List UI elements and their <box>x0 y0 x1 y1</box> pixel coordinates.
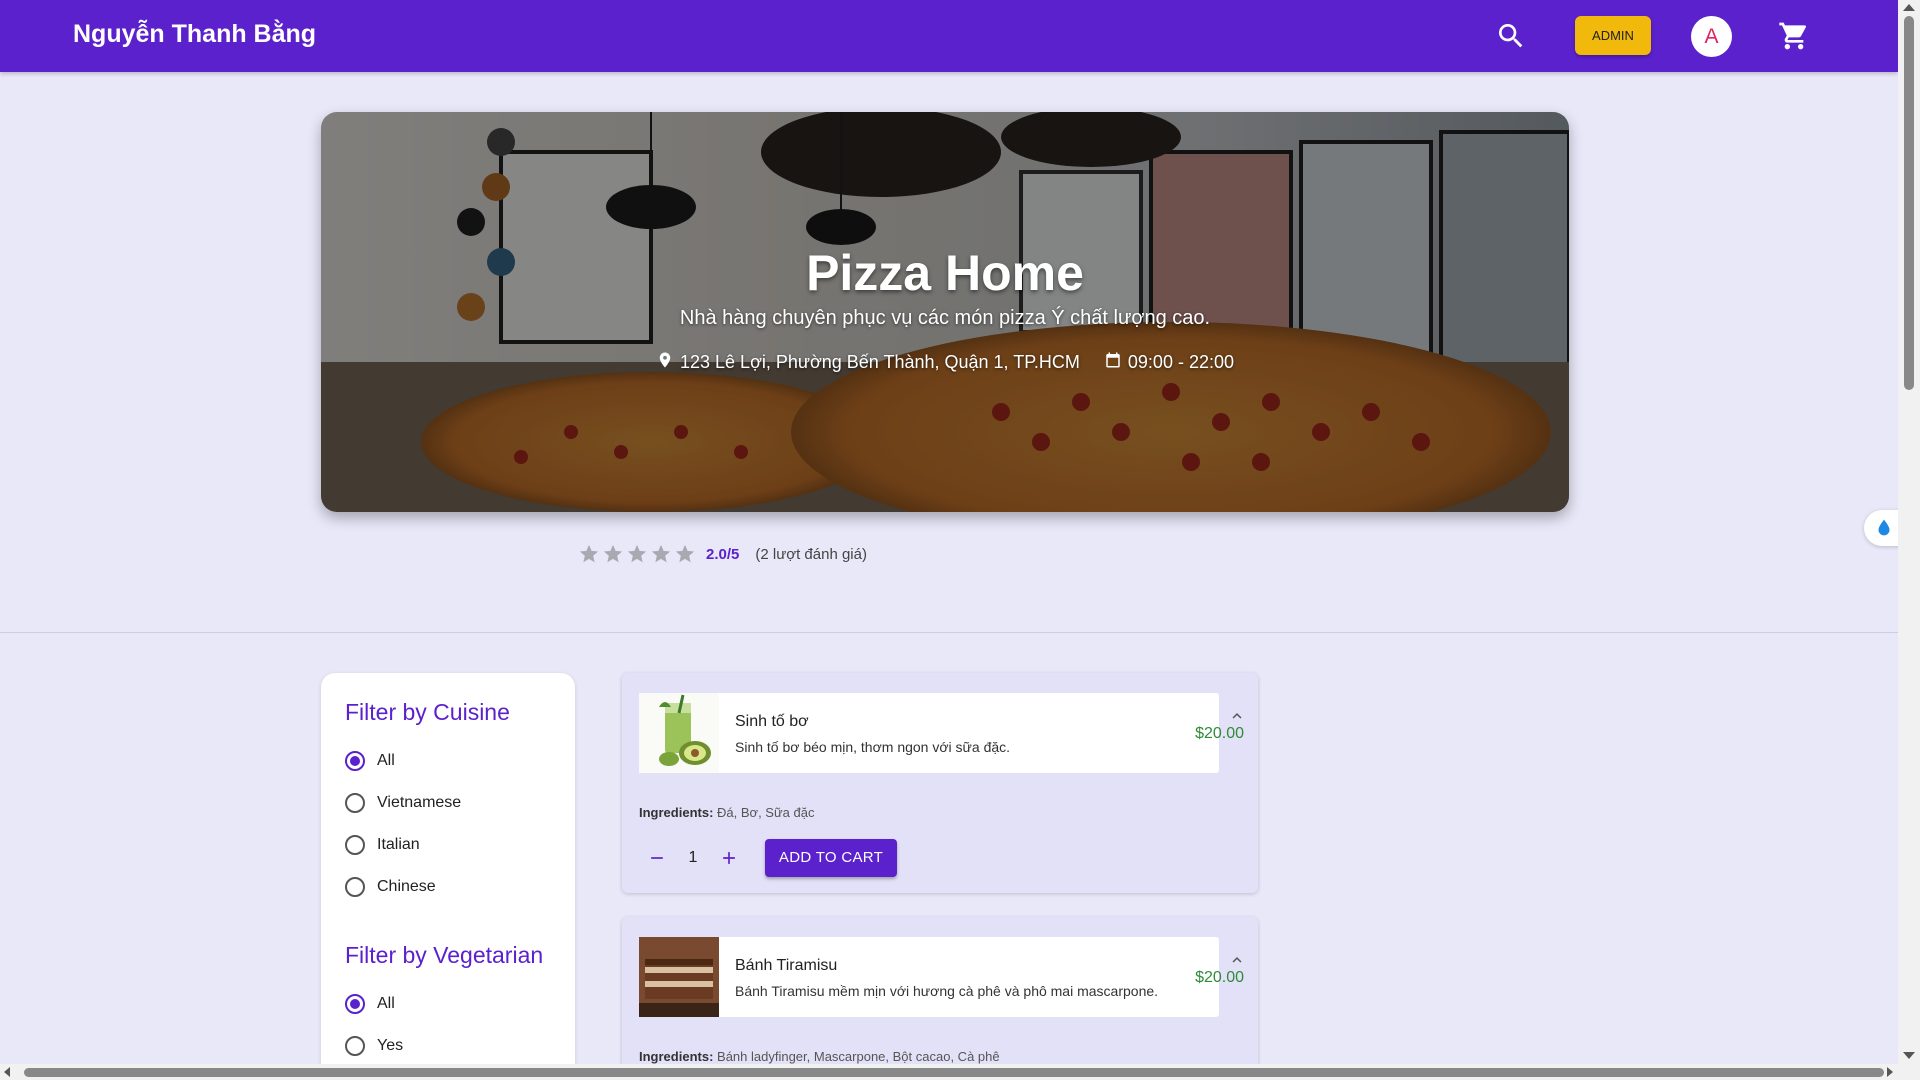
restaurant-name: Pizza Home <box>806 245 1084 301</box>
avocado-smoothie-image <box>639 693 719 773</box>
cuisine-option-all[interactable]: All <box>345 740 575 782</box>
radio-unchecked-icon[interactable] <box>345 793 365 813</box>
menu-item-ingredients: Ingredients: Bánh ladyfinger, Mascarpone… <box>639 1049 1000 1064</box>
scroll-right-icon[interactable] <box>1887 1067 1893 1077</box>
menu-item-card: Sinh tố bơ Sinh tố bơ béo mịn, thơm ngon… <box>622 673 1258 893</box>
radio-checked-icon[interactable] <box>345 751 365 771</box>
menu-item-header[interactable]: Sinh tố bơ Sinh tố bơ béo mịn, thơm ngon… <box>639 693 1244 773</box>
app-bar: Nguyễn Thanh Bằng ADMIN A <box>0 0 1898 72</box>
scroll-left-icon[interactable] <box>4 1067 10 1077</box>
section-divider <box>0 632 1898 633</box>
scroll-up-icon[interactable] <box>1903 4 1915 11</box>
add-to-cart-button[interactable]: ADD TO CART <box>765 839 897 877</box>
rating-summary: 2.0/5 (2 lượt đánh giá) <box>578 543 867 565</box>
restaurant-address: 123 Lê Lợi, Phường Bến Thành, Quận 1, TP… <box>680 352 1080 372</box>
vegetarian-filter-title: Filter by Vegetarian <box>345 942 544 968</box>
quantity-stepper: 1 ADD TO CART <box>639 839 897 877</box>
rating-value: 2.0/5 <box>706 545 740 563</box>
plus-icon[interactable] <box>711 840 747 876</box>
menu-item-description: Bánh Tiramisu mềm mịn với hương cà phê v… <box>735 983 1159 999</box>
menu-item-price: $20.00 <box>1195 725 1244 742</box>
chevron-up-icon[interactable] <box>1228 707 1246 725</box>
opening-hours: 09:00 - 22:00 <box>1127 352 1234 372</box>
radio-label: Vietnamese <box>377 794 462 811</box>
star-icon[interactable] <box>578 543 600 565</box>
filter-panel: Filter by Cuisine All Vietnamese Italian… <box>321 673 575 1080</box>
star-icon[interactable] <box>650 543 672 565</box>
ingredients-label: Ingredients: <box>639 805 714 820</box>
calendar-icon <box>1104 350 1122 375</box>
chevron-up-icon[interactable] <box>1228 951 1246 969</box>
horizontal-scroll-thumb[interactable] <box>24 1068 1884 1077</box>
radio-checked-icon[interactable] <box>345 994 365 1014</box>
menu-item-header[interactable]: Bánh Tiramisu Bánh Tiramisu mềm mịn với … <box>639 937 1244 1017</box>
radio-unchecked-icon[interactable] <box>345 1036 365 1056</box>
radio-unchecked-icon[interactable] <box>345 877 365 897</box>
menu-item-name: Bánh Tiramisu <box>735 957 838 974</box>
water-drop-icon <box>1878 519 1890 536</box>
radio-label: Yes <box>377 1037 404 1054</box>
cart-icon[interactable] <box>1778 20 1810 52</box>
restaurant-description: Nhà hàng chuyên phục vụ các món pizza Ý … <box>679 307 1211 329</box>
menu-item-name: Sinh tố bơ <box>735 713 809 730</box>
horizontal-scrollbar[interactable] <box>0 1064 1898 1080</box>
vertical-scrollbar[interactable] <box>1898 0 1920 1080</box>
avatar[interactable]: A <box>1691 16 1732 57</box>
minus-icon[interactable] <box>639 840 675 876</box>
quantity-value: 1 <box>688 849 698 866</box>
rating-count: (2 lượt đánh giá) <box>755 545 867 563</box>
cuisine-filter-title: Filter by Cuisine <box>345 699 510 725</box>
menu-item-card: Bánh Tiramisu Bánh Tiramisu mềm mịn với … <box>622 917 1258 1077</box>
admin-button[interactable]: ADMIN <box>1575 16 1651 55</box>
radio-label: All <box>377 752 395 769</box>
menu-item-ingredients: Ingredients: Đá, Bơ, Sữa đặc <box>639 805 814 820</box>
ingredients-value: Đá, Bơ, Sữa đặc <box>717 805 815 820</box>
scroll-down-icon[interactable] <box>1903 1052 1915 1059</box>
cuisine-option-vietnamese[interactable]: Vietnamese <box>345 782 575 824</box>
radio-label: Italian <box>377 836 420 853</box>
ingredients-label: Ingredients: <box>639 1049 714 1064</box>
vegetarian-option-yes[interactable]: Yes <box>345 1025 575 1067</box>
tiramisu-image <box>639 937 719 1017</box>
vertical-scroll-thumb[interactable] <box>1904 16 1914 390</box>
search-icon[interactable] <box>1495 20 1527 52</box>
menu-item-description: Sinh tố bơ béo mịn, thơm ngon với sữa đặ… <box>735 739 1011 755</box>
cuisine-option-chinese[interactable]: Chinese <box>345 866 575 908</box>
menu-item-price: $20.00 <box>1195 969 1244 986</box>
brand-title[interactable]: Nguyễn Thanh Bằng <box>73 20 316 49</box>
star-icon[interactable] <box>626 543 648 565</box>
star-icon[interactable] <box>674 543 696 565</box>
vegetarian-option-all[interactable]: All <box>345 983 575 1025</box>
location-pin-icon <box>656 350 674 375</box>
restaurant-meta: 123 Lê Lợi, Phường Bến Thành, Quận 1, TP… <box>321 350 1569 375</box>
radio-label: Chinese <box>377 878 436 895</box>
cuisine-option-italian[interactable]: Italian <box>345 824 575 866</box>
radio-label: All <box>377 995 395 1012</box>
restaurant-hero: Pizza Home Nhà hàng chuyên phục vụ các m… <box>321 112 1569 512</box>
ingredients-value: Bánh ladyfinger, Mascarpone, Bột cacao, … <box>717 1049 1000 1064</box>
star-icon[interactable] <box>602 543 624 565</box>
radio-unchecked-icon[interactable] <box>345 835 365 855</box>
